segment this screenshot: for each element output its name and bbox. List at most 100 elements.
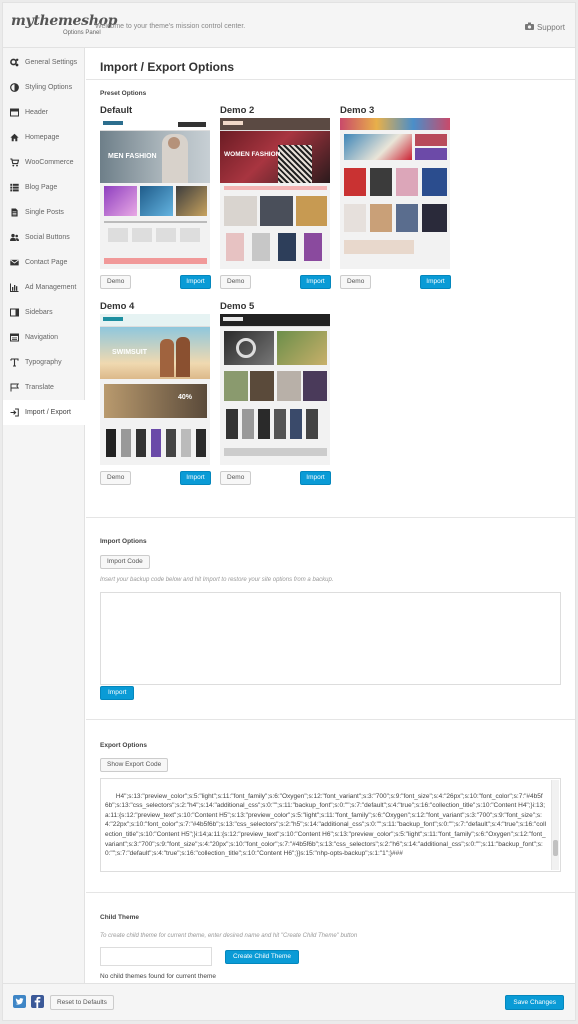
- import-submit-button[interactable]: Import: [100, 686, 135, 700]
- export-options-title: Export Options: [100, 742, 147, 749]
- import-button[interactable]: Import: [420, 275, 451, 289]
- demo-button[interactable]: Demo: [100, 471, 132, 485]
- sidebar-item-import-export[interactable]: Import / Export: [3, 400, 85, 425]
- logo-subtitle: Options Panel: [63, 30, 101, 36]
- demo-name: Demo 5: [220, 301, 255, 312]
- demo-button[interactable]: Demo: [220, 275, 252, 289]
- import-button[interactable]: Import: [300, 471, 331, 485]
- main-content: Import / Export Options Preset Options D…: [86, 48, 575, 983]
- sidebar-item-header[interactable]: Header: [3, 100, 84, 125]
- show-export-code-button[interactable]: Show Export Code: [100, 758, 169, 772]
- sidebar-item-contact-page[interactable]: Contact Page: [3, 250, 84, 275]
- sidebar-item-label: Contact Page: [25, 259, 68, 266]
- demo-button[interactable]: Demo: [100, 275, 132, 289]
- sidebar-item-label: Import / Export: [25, 409, 71, 416]
- sidebar-item-label: Social Buttons: [25, 234, 70, 241]
- page-title: Import / Export Options: [100, 60, 234, 74]
- sidebar-item-blog-page[interactable]: Blog Page: [3, 175, 84, 200]
- sidebar-item-label: Homepage: [25, 134, 60, 141]
- sidebar-item-label: Single Posts: [25, 209, 64, 216]
- create-child-theme-button[interactable]: Create Child Theme: [225, 950, 300, 964]
- preset-options-title: Preset Options: [100, 90, 147, 97]
- import-options-title: Import Options: [100, 538, 147, 545]
- sidebar-item-ad-management[interactable]: Ad Management: [3, 275, 84, 300]
- sidebar-item-general-settings[interactable]: General Settings: [3, 50, 84, 75]
- export-code-text: H4";s:13:"preview_color";s:5:"light";s:1…: [105, 792, 547, 858]
- users-icon: [10, 233, 19, 242]
- twitter-icon[interactable]: [13, 995, 26, 1008]
- options-panel: mythemeshop Options Panel Welcome to you…: [2, 2, 576, 1021]
- sidebar-item-sidebars[interactable]: Sidebars: [3, 300, 84, 325]
- camera-icon: [524, 22, 534, 32]
- sidebar-item-styling-options[interactable]: Styling Options: [3, 75, 84, 100]
- contrast-icon: [10, 83, 19, 92]
- save-changes-button[interactable]: Save Changes: [505, 995, 564, 1010]
- demo-default-preview[interactable]: MEN FASHION: [100, 118, 210, 269]
- demo-5-preview[interactable]: [220, 314, 330, 465]
- demo-5: Demo 5 Demo Import: [220, 301, 331, 487]
- gears-icon: [10, 58, 19, 67]
- child-theme-hint: To create child theme for current theme,…: [100, 933, 358, 939]
- home-icon: [10, 133, 19, 142]
- header-icon: [10, 108, 19, 117]
- navigation-icon: [10, 333, 19, 342]
- import-code-button[interactable]: Import Code: [100, 555, 150, 569]
- sign-in-icon: [10, 408, 19, 417]
- sidebar-item-navigation[interactable]: Navigation: [3, 325, 84, 350]
- sidebar-item-woocommerce[interactable]: WooCommerce: [3, 150, 84, 175]
- sidebar-item-label: Blog Page: [25, 184, 58, 191]
- sidebar-item-homepage[interactable]: Homepage: [3, 125, 84, 150]
- sidebar-item-social-buttons[interactable]: Social Buttons: [3, 225, 84, 250]
- bar-chart-icon: [10, 283, 19, 292]
- demo-button[interactable]: Demo: [220, 471, 252, 485]
- child-theme-title: Child Theme: [100, 914, 140, 921]
- divider: [86, 517, 575, 518]
- demo-2-preview[interactable]: WOMEN FASHION: [220, 118, 330, 269]
- divider: [86, 719, 575, 720]
- export-code-textarea[interactable]: H4";s:13:"preview_color";s:5:"light";s:1…: [100, 778, 561, 872]
- support-link[interactable]: Support: [524, 22, 565, 32]
- demo-name: Demo 2: [220, 105, 255, 116]
- demo-name: Demo 3: [340, 105, 375, 116]
- typography-icon: [10, 358, 19, 367]
- sidebar-item-translate[interactable]: Translate: [3, 375, 84, 400]
- reset-to-defaults-button[interactable]: Reset to Defaults: [50, 995, 114, 1010]
- sidebar-item-label: Styling Options: [25, 84, 73, 91]
- demo-4-preview[interactable]: SWIMSUIT 40%: [100, 314, 210, 465]
- import-button[interactable]: Import: [180, 275, 211, 289]
- demo-button[interactable]: Demo: [340, 275, 372, 289]
- hero-text: WOMEN FASHION: [224, 151, 281, 158]
- list-icon: [10, 183, 19, 192]
- hero-text: MEN FASHION: [108, 153, 157, 160]
- cart-icon: [10, 158, 19, 167]
- divider: [86, 79, 575, 80]
- import-code-textarea[interactable]: [100, 592, 561, 685]
- sidebar-item-label: Typography: [25, 359, 62, 366]
- sidebar-icon: [10, 308, 19, 317]
- import-button[interactable]: Import: [300, 275, 331, 289]
- child-theme-status: No child themes found for current theme: [100, 973, 216, 980]
- import-button[interactable]: Import: [180, 471, 211, 485]
- footer: Reset to Defaults Save Changes: [3, 983, 575, 1020]
- top-bar: mythemeshop Options Panel Welcome to you…: [3, 3, 575, 48]
- export-scrollbar-thumb[interactable]: [553, 840, 558, 856]
- sidebar-item-typography[interactable]: Typography: [3, 350, 84, 375]
- sidebar-item-single-posts[interactable]: Single Posts: [3, 200, 84, 225]
- welcome-text: Welcome to your theme's mission control …: [95, 23, 246, 30]
- demo-3-preview[interactable]: [340, 118, 450, 269]
- sidebar-item-label: Navigation: [25, 334, 59, 341]
- sidebar-item-label: Ad Management: [25, 284, 77, 291]
- child-theme-name-input[interactable]: [100, 947, 212, 966]
- flag-icon: [10, 383, 19, 392]
- divider: [86, 892, 575, 893]
- export-scrollbar[interactable]: [551, 780, 559, 870]
- facebook-icon[interactable]: [31, 995, 44, 1008]
- sidebar: General Settings Styling Options Header …: [3, 48, 85, 983]
- demo-name: Demo 4: [100, 301, 135, 312]
- sidebar-item-label: Sidebars: [25, 309, 53, 316]
- sidebar-item-label: Header: [25, 109, 48, 116]
- document-icon: [10, 208, 19, 217]
- envelope-icon: [10, 258, 19, 267]
- demo-4: Demo 4 SWIMSUIT 40% Demo Import: [100, 301, 211, 487]
- support-label: Support: [536, 22, 565, 32]
